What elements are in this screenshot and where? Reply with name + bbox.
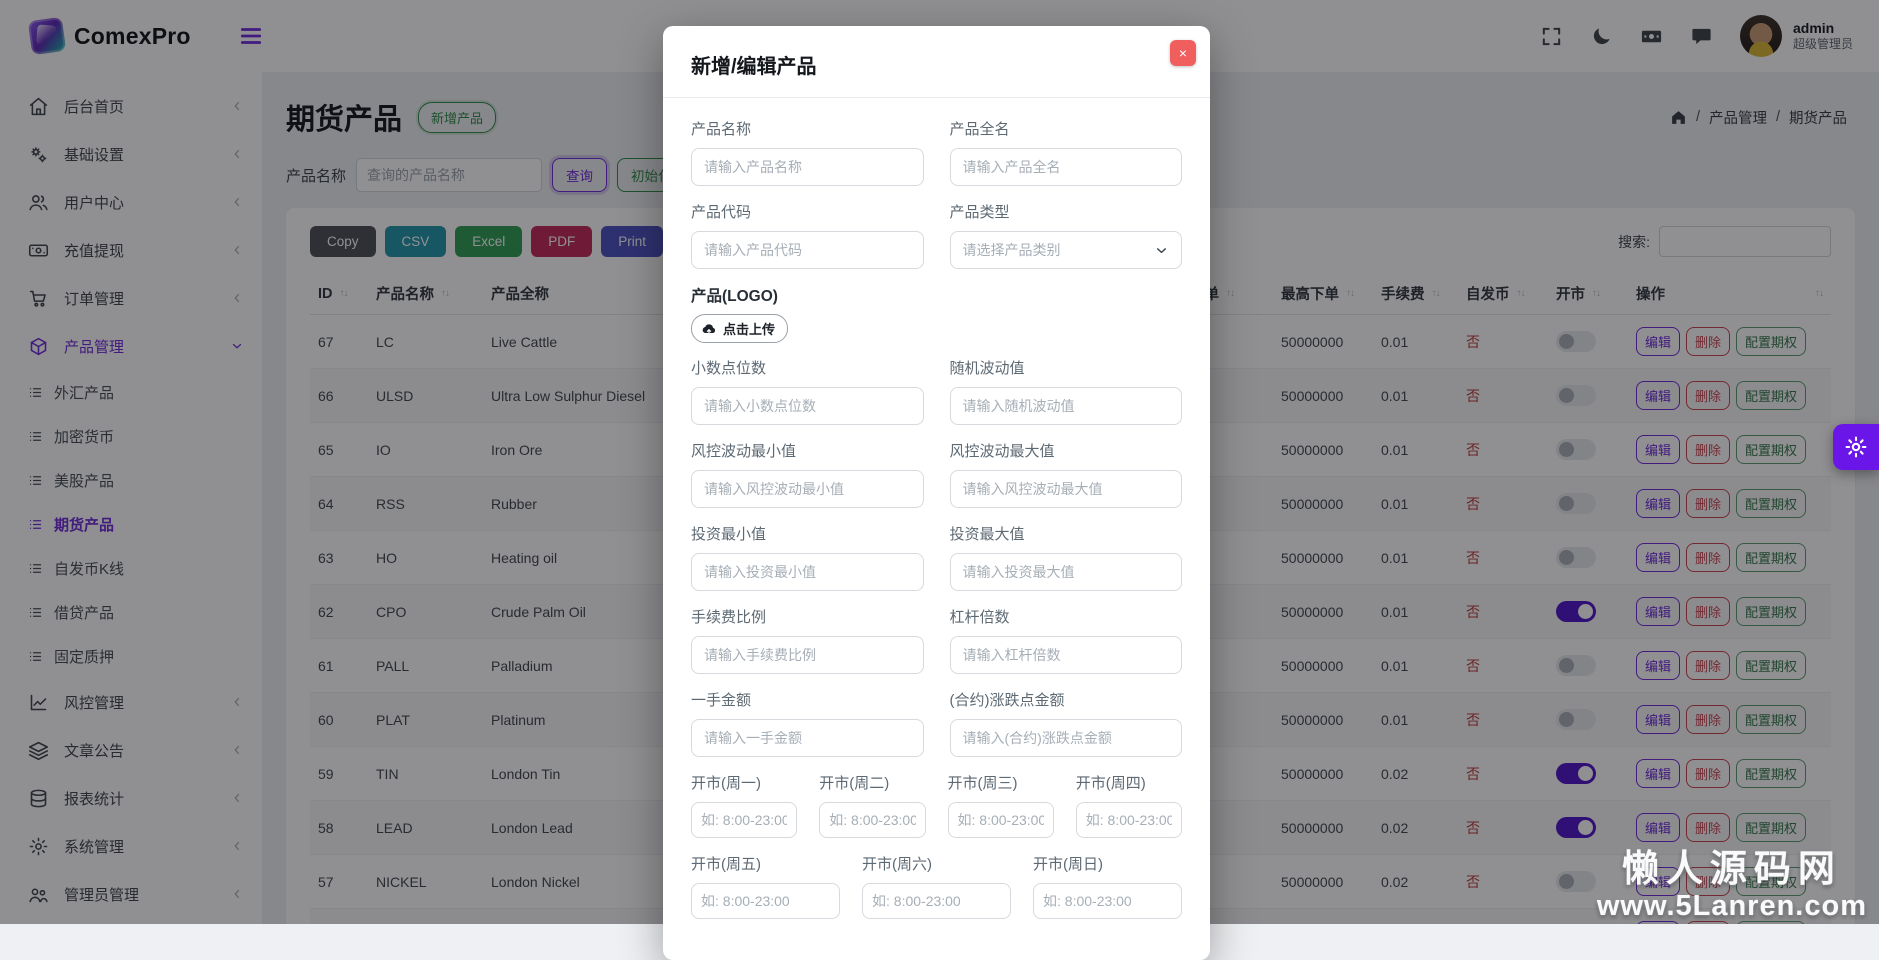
settings-fab[interactable] xyxy=(1833,424,1879,470)
cloud-upload-icon xyxy=(701,321,717,337)
product-type-select[interactable]: 请选择产品类别 xyxy=(950,231,1183,269)
modal-body: 产品名称 产品全名产品代码 产品类型请选择产品类别 产品(LOGO) 点击上传 小数… xyxy=(663,98,1210,934)
field-product-code: 产品代码 xyxy=(691,201,924,269)
product-logo-label: 产品(LOGO) xyxy=(691,284,1182,306)
edit-product-modal: 新增/编辑产品 × 产品名称 产品全名产品代码 产品类型请选择产品类别 产品(LOG… xyxy=(663,26,1210,960)
modal-fields-top: 产品名称 产品全名产品代码 产品类型请选择产品类别 xyxy=(691,118,1182,284)
lot-amount-input[interactable] xyxy=(691,719,924,757)
field-open-wednesday: 开市(周三) xyxy=(948,772,1054,838)
invest-min-input[interactable] xyxy=(691,553,924,591)
field-label: 小数点位数 xyxy=(691,357,924,378)
field-label: 开市(周二) xyxy=(819,772,925,793)
field-label: 随机波动值 xyxy=(950,357,1183,378)
invest-max-input[interactable] xyxy=(950,553,1183,591)
decimal-places-input[interactable] xyxy=(691,387,924,425)
watermark-line1: 懒人源码网 xyxy=(1597,848,1867,889)
field-label: 产品全名 xyxy=(950,118,1183,139)
field-label: (合约)涨跌点金额 xyxy=(950,689,1183,710)
modal-header: 新增/编辑产品 × xyxy=(663,26,1210,98)
open-tuesday-input[interactable] xyxy=(819,802,925,838)
field-product-type: 产品类型请选择产品类别 xyxy=(950,201,1183,269)
field-open-friday: 开市(周五) xyxy=(691,853,840,919)
product-name-input[interactable] xyxy=(691,148,924,186)
field-label: 投资最小值 xyxy=(691,523,924,544)
field-decimal-places: 小数点位数 xyxy=(691,357,924,425)
open-sunday-input[interactable] xyxy=(1033,883,1182,919)
upload-button[interactable]: 点击上传 xyxy=(691,314,788,343)
fee-ratio-input[interactable] xyxy=(691,636,924,674)
contract-point-amount-input[interactable] xyxy=(950,719,1183,757)
field-product-full-name: 产品全名 xyxy=(950,118,1183,186)
field-label: 开市(周六) xyxy=(862,853,1011,874)
field-label: 产品类型 xyxy=(950,201,1183,222)
random-volatility-input[interactable] xyxy=(950,387,1183,425)
field-label: 一手金额 xyxy=(691,689,924,710)
field-invest-max: 投资最大值 xyxy=(950,523,1183,591)
modal-open-days-row2: 开市(周五) 开市(周六) 开市(周日) xyxy=(691,853,1182,934)
field-label: 杠杆倍数 xyxy=(950,606,1183,627)
product-code-input[interactable] xyxy=(691,231,924,269)
modal-fields-main: 小数点位数 随机波动值风控波动最小值 风控波动最大值投资最小值 投资最大值手续费比例 杠… xyxy=(691,357,1182,772)
field-label: 投资最大值 xyxy=(950,523,1183,544)
field-label: 风控波动最大值 xyxy=(950,440,1183,461)
field-open-saturday: 开市(周六) xyxy=(862,853,1011,919)
field-random-volatility: 随机波动值 xyxy=(950,357,1183,425)
field-open-monday: 开市(周一) xyxy=(691,772,797,838)
modal-open-days-row1: 开市(周一) 开市(周二) 开市(周三) 开市(周四) xyxy=(691,772,1182,853)
watermark-line2: www.5Lanren.com xyxy=(1597,890,1867,922)
field-label: 开市(周一) xyxy=(691,772,797,793)
field-label: 产品代码 xyxy=(691,201,924,222)
field-label: 开市(周四) xyxy=(1076,772,1182,793)
modal-title: 新增/编辑产品 xyxy=(691,50,1182,79)
open-monday-input[interactable] xyxy=(691,802,797,838)
risk-volatility-min-input[interactable] xyxy=(691,470,924,508)
field-lot-amount: 一手金额 xyxy=(691,689,924,757)
open-friday-input[interactable] xyxy=(691,883,840,919)
leverage-input[interactable] xyxy=(950,636,1183,674)
field-label: 开市(周日) xyxy=(1033,853,1182,874)
product-full-name-input[interactable] xyxy=(950,148,1183,186)
open-wednesday-input[interactable] xyxy=(948,802,1054,838)
field-open-thursday: 开市(周四) xyxy=(1076,772,1182,838)
field-label: 开市(周三) xyxy=(948,772,1054,793)
product-logo-field: 产品(LOGO) 点击上传 xyxy=(691,284,1182,343)
field-leverage: 杠杆倍数 xyxy=(950,606,1183,674)
field-risk-volatility-min: 风控波动最小值 xyxy=(691,440,924,508)
watermark: 懒人源码网 www.5Lanren.com xyxy=(1597,848,1867,922)
risk-volatility-max-input[interactable] xyxy=(950,470,1183,508)
open-thursday-input[interactable] xyxy=(1076,802,1182,838)
field-invest-min: 投资最小值 xyxy=(691,523,924,591)
field-label: 产品名称 xyxy=(691,118,924,139)
close-icon[interactable]: × xyxy=(1170,40,1196,66)
field-label: 手续费比例 xyxy=(691,606,924,627)
field-contract-point-amount: (合约)涨跌点金额 xyxy=(950,689,1183,757)
field-open-tuesday: 开市(周二) xyxy=(819,772,925,838)
field-fee-ratio: 手续费比例 xyxy=(691,606,924,674)
field-label: 开市(周五) xyxy=(691,853,840,874)
open-saturday-input[interactable] xyxy=(862,883,1011,919)
field-product-name: 产品名称 xyxy=(691,118,924,186)
field-open-sunday: 开市(周日) xyxy=(1033,853,1182,919)
field-label: 风控波动最小值 xyxy=(691,440,924,461)
chevron-down-icon xyxy=(1154,243,1169,258)
field-risk-volatility-max: 风控波动最大值 xyxy=(950,440,1183,508)
